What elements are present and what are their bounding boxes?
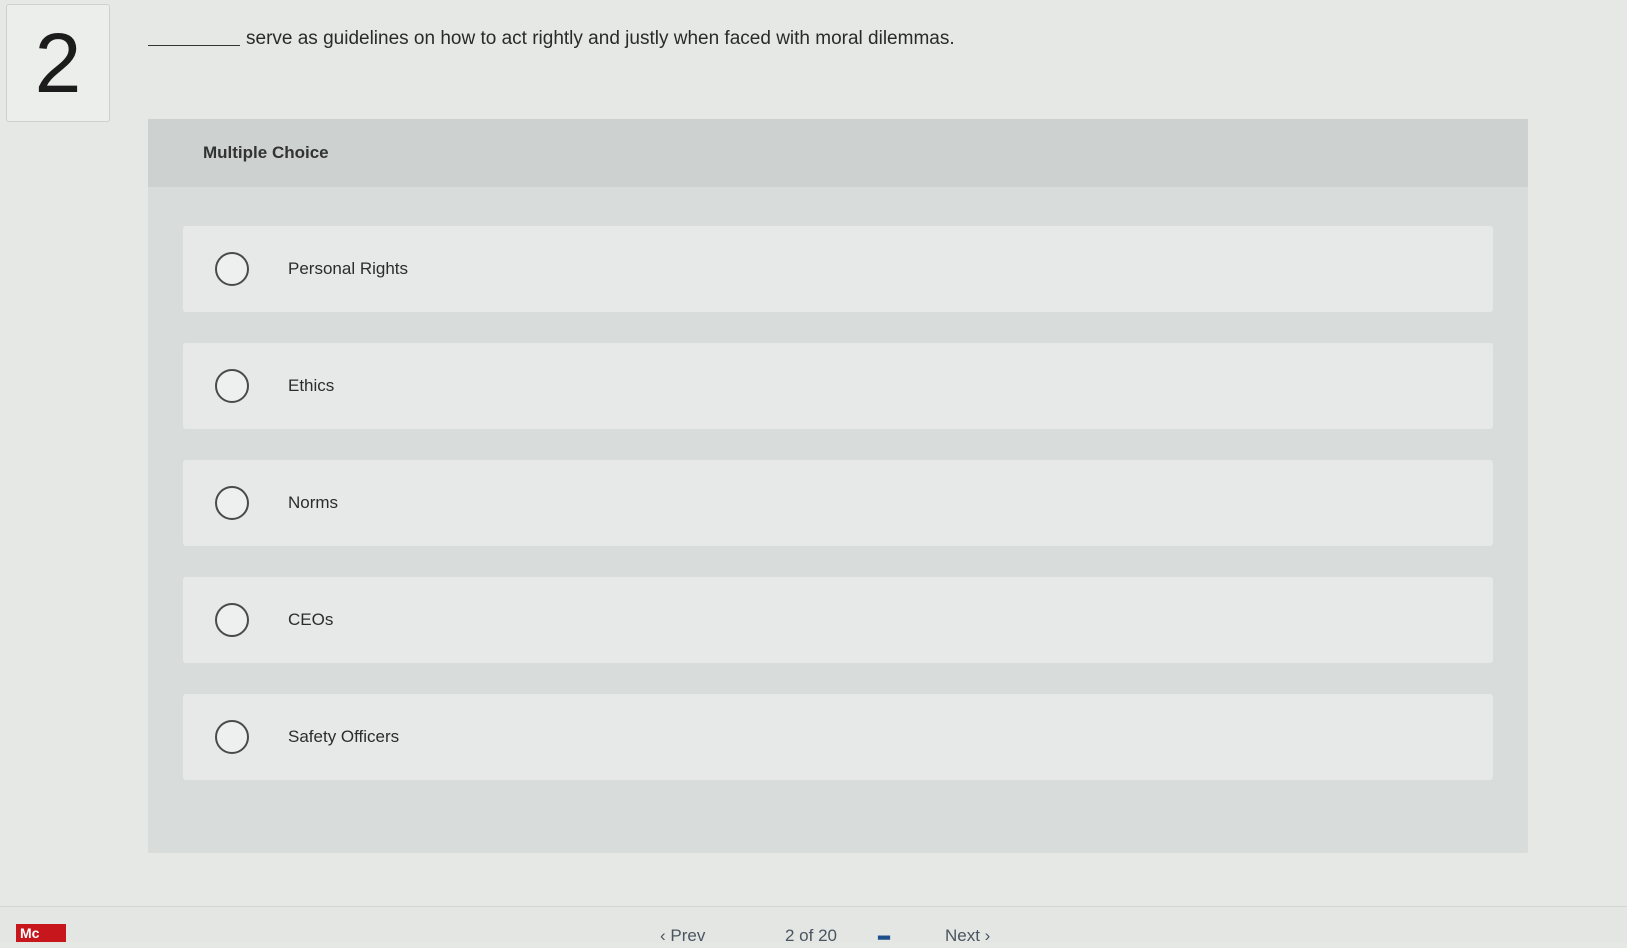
option-ceos[interactable]: CEOs (183, 577, 1493, 663)
multiple-choice-panel: Multiple Choice Personal Rights Ethics N… (148, 119, 1528, 853)
question-number: 2 (34, 16, 82, 110)
answer-blank (148, 45, 240, 46)
radio-button[interactable] (215, 369, 249, 403)
radio-button[interactable] (215, 252, 249, 286)
mcgraw-hill-logo: Mc (16, 924, 66, 942)
question-type-label: Multiple Choice (203, 143, 329, 162)
option-label: Personal Rights (288, 259, 409, 278)
grid-icon[interactable]: ▪▪▪ (877, 928, 891, 948)
question-prompt-text: serve as guidelines on how to act rightl… (246, 28, 955, 49)
radio-button[interactable] (215, 603, 249, 637)
question-prompt: serve as guidelines on how to act rightl… (148, 28, 955, 50)
option-safety-officers[interactable]: Safety Officers (183, 694, 1493, 780)
option-label: CEOs (288, 610, 334, 629)
option-personal-rights[interactable]: Personal Rights (183, 226, 1493, 312)
question-number-box: 2 (6, 4, 110, 122)
answer-options: Personal Rights Ethics Norms CEOs Safety… (183, 226, 1493, 811)
option-ethics[interactable]: Ethics (183, 343, 1493, 429)
radio-button[interactable] (215, 720, 249, 754)
option-label: Norms (288, 493, 339, 512)
option-norms[interactable]: Norms (183, 460, 1493, 546)
next-button[interactable]: Next › (945, 926, 990, 946)
prev-button[interactable]: ‹ Prev (660, 926, 705, 946)
radio-button[interactable] (215, 486, 249, 520)
page-indicator: 2 of 20 (785, 926, 837, 945)
option-label: Ethics (288, 376, 335, 395)
panel-header: Multiple Choice (148, 119, 1528, 187)
option-label: Safety Officers (288, 727, 400, 746)
